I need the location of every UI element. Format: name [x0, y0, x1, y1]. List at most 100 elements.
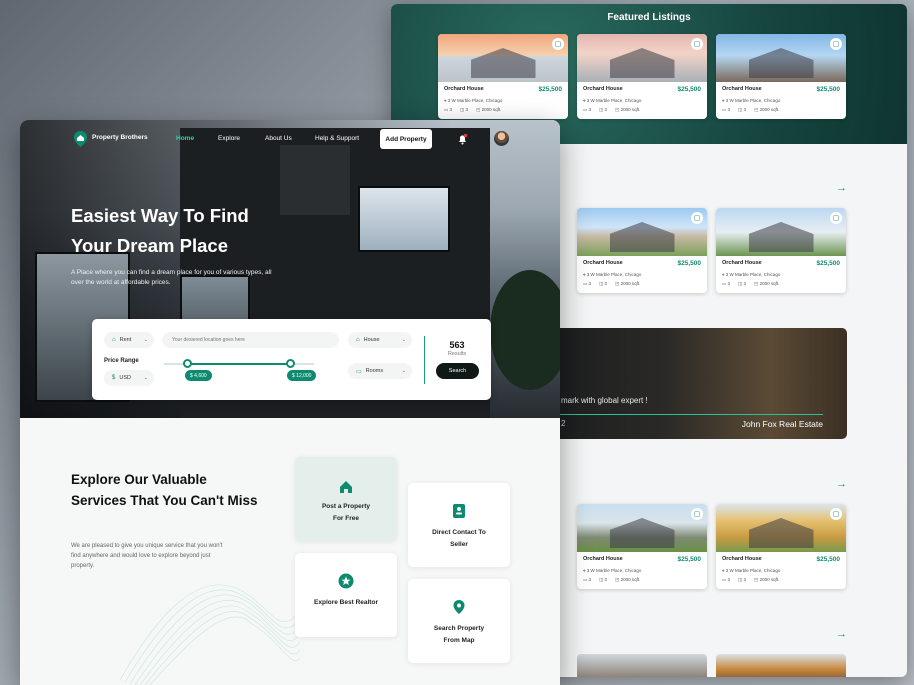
agent-tagline: mark with global expert !	[561, 396, 648, 405]
bookmark-icon[interactable]: ▢	[830, 38, 842, 50]
listing-price: $25,500	[677, 260, 702, 267]
agent-name: John Fox Real Estate	[741, 419, 823, 429]
avatar[interactable]	[494, 131, 509, 146]
bookmark-icon[interactable]: ▢	[691, 38, 703, 50]
hero-tree	[490, 270, 560, 390]
price-slider-fill	[186, 363, 290, 365]
listing-image	[577, 504, 707, 552]
currency-select[interactable]: $ USD ⌄	[104, 370, 154, 386]
listing-address: ⌖ 3 W Marble Place, Chicago	[722, 98, 781, 103]
nav-help[interactable]: Help & Support	[315, 135, 359, 142]
listing-address: ⌖ 3 W Marble Place, Chicago	[583, 98, 642, 103]
listing-meta: ▭ 3 ◫ 3 ◰ 2000 sqft.	[583, 281, 641, 286]
bell-icon[interactable]	[457, 133, 468, 145]
results-label: Results	[447, 351, 467, 357]
service-label: Post a Property For Free	[321, 503, 371, 522]
listing-image	[438, 34, 568, 82]
bookmark-icon[interactable]: ▢	[830, 212, 842, 224]
service-card-direct[interactable]: Direct Contact To Seller	[408, 483, 510, 567]
add-property-button[interactable]: Add Property	[380, 129, 432, 149]
map-pin-icon	[453, 600, 465, 614]
max-price-tag: $ 12,000	[287, 370, 317, 381]
search-button[interactable]: Search	[436, 363, 479, 379]
service-label: Search Property From Map	[433, 625, 485, 644]
arrow-right-icon[interactable]: →	[836, 182, 847, 194]
nav-home[interactable]: Home	[176, 135, 194, 142]
listing-card[interactable]: ▢ Orchard House $25,500 ⌖ 3 W Marble Pla…	[577, 208, 707, 293]
chevron-down-icon: ⌄	[401, 337, 406, 343]
listing-image	[716, 34, 846, 82]
contact-icon	[453, 504, 465, 518]
agent-number: 2	[561, 419, 566, 428]
home-icon: ⌂	[356, 337, 360, 343]
listing-price: $25,500	[677, 86, 702, 93]
top-nav: Property Brothers Home Explore About Us …	[20, 120, 560, 158]
bookmark-icon[interactable]: ▢	[691, 212, 703, 224]
nav-about[interactable]: About Us	[265, 135, 292, 142]
listing-card[interactable]: ▢ Orchard House $25,500 ⌖ 3 W Marble Pla…	[577, 34, 707, 119]
listing-address: ⌖ 3 W Marble Place, Chicago	[583, 272, 642, 277]
bookmark-icon[interactable]: ▢	[691, 508, 703, 520]
featured-title: Featured Listings	[607, 12, 691, 23]
listing-name: Orchard House	[722, 86, 762, 92]
decorative-wave	[120, 584, 300, 685]
service-label: Explore Best Realtor	[314, 599, 378, 606]
location-input[interactable]	[162, 332, 339, 348]
bookmark-icon[interactable]: ▢	[830, 508, 842, 520]
chevron-down-icon: ⌄	[143, 337, 148, 343]
nav-explore[interactable]: Explore	[218, 135, 240, 142]
agent-banner[interactable]: mark with global expert ! 2 John Fox Rea…	[541, 328, 847, 439]
listing-meta: ▭ 3 ◫ 3 ◰ 2000 sqft.	[583, 577, 641, 582]
logo-text[interactable]: Property Brothers	[92, 134, 148, 141]
listing-address: ⌖ 3 W Marble Place, Chicago	[444, 98, 503, 103]
listing-name: Orchard House	[583, 260, 623, 266]
listing-card[interactable]: ▢ Orchard House $25,500 ⌖ 3 W Marble Pla…	[716, 34, 846, 119]
listing-image	[716, 654, 846, 677]
hero-subtitle: A Place where you can find a dream place…	[71, 269, 272, 286]
listing-address: ⌖ 3 W Marble Place, Chicago	[722, 272, 781, 277]
price-max-handle[interactable]	[286, 359, 295, 368]
divider-line	[541, 414, 823, 415]
service-card-realtor[interactable]: Explore Best Realtor	[295, 553, 397, 637]
listing-address: ⌖ 3 W Marble Place, Chicago	[722, 568, 781, 573]
listing-name: Orchard House	[583, 86, 623, 92]
bookmark-icon[interactable]: ▢	[552, 38, 564, 50]
listing-meta: ▭ 3 ◫ 3 ◰ 2000 sqft.	[722, 281, 780, 286]
price-range-label: Price Range	[104, 358, 139, 364]
chevron-down-icon: ⌄	[401, 368, 406, 374]
service-label: Direct Contact To Seller	[432, 529, 486, 548]
listing-price: $25,500	[816, 86, 841, 93]
listing-card[interactable]: ▢ Orchard House $25,500 ⌖ 3 W Marble Pla…	[716, 208, 846, 293]
rooms-select[interactable]: ▭ Rooms ⌄	[348, 363, 412, 379]
results-count: 563	[449, 340, 465, 350]
listing-card[interactable]: ▢ Orchard House $25,500 ⌖ 3 W Marble Pla…	[438, 34, 568, 119]
hero-section: Property Brothers Home Explore About Us …	[20, 120, 560, 418]
logo-pin-icon	[74, 131, 87, 147]
price-min-handle[interactable]	[182, 359, 192, 368]
listing-image	[577, 34, 707, 82]
listing-price: $25,500	[677, 556, 702, 563]
type-select[interactable]: ⌂ Rent ⌄	[104, 332, 154, 348]
arrow-right-icon[interactable]: →	[836, 628, 847, 640]
listing-price: $25,500	[816, 556, 841, 563]
property-type-select[interactable]: ⌂ House ⌄	[348, 332, 412, 348]
listing-name: Orchard House	[444, 86, 484, 92]
arrow-right-icon[interactable]: →	[836, 478, 847, 490]
listing-name: Orchard House	[722, 260, 762, 266]
service-card-map[interactable]: Search Property From Map	[408, 579, 510, 663]
listing-card[interactable]: ▢ Orchard House $25,500 ⌖ 3 W Marble Pla…	[577, 504, 707, 589]
key-icon: ⌂	[112, 337, 116, 343]
listing-price: $25,500	[538, 86, 563, 93]
dollar-icon: $	[112, 375, 116, 381]
star-icon	[338, 573, 354, 589]
listing-address: ⌖ 3 W Marble Place, Chicago	[583, 568, 642, 573]
home-icon	[340, 481, 352, 493]
listing-name: Orchard House	[722, 556, 762, 562]
listing-meta: ▭ 3 ◫ 3 ◰ 2000 sqft.	[583, 107, 641, 112]
listing-card[interactable]: ▢ Orchard House $25,500 ⌖ 3 W Marble Pla…	[716, 504, 846, 589]
hero-title: Easiest Way To Find Your Dream Place	[71, 205, 249, 256]
search-panel: ⌂Rent⌄ ⌂House⌄ Price Range $USD⌄ $ 4,600…	[92, 319, 491, 400]
services-title: Explore Our Valuable Services That You C…	[71, 472, 258, 508]
service-card-post[interactable]: Post a Property For Free	[295, 457, 397, 541]
listing-image	[716, 504, 846, 552]
